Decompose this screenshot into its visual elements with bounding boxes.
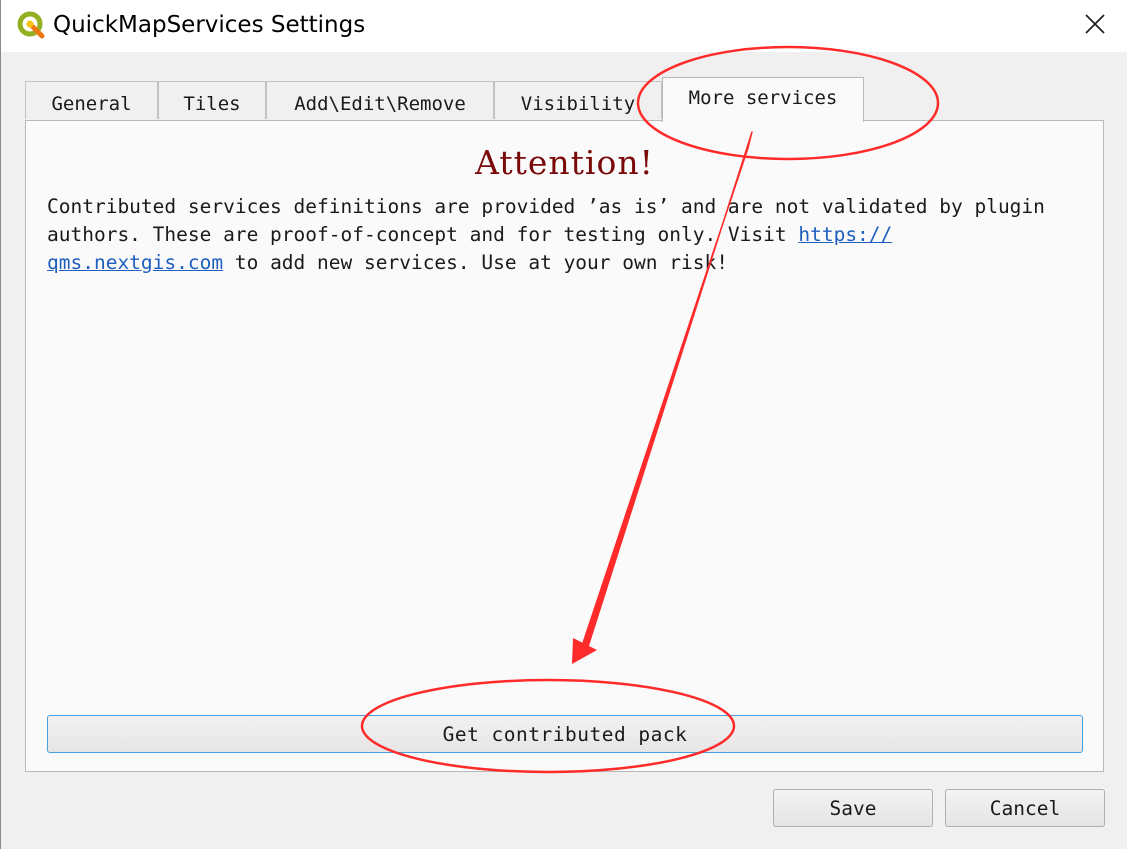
save-button[interactable]: Save <box>773 789 933 827</box>
tab-more-services[interactable]: More services <box>662 77 864 122</box>
close-button[interactable] <box>1065 0 1125 52</box>
attention-heading: Attention! <box>475 143 654 182</box>
disclaimer-text-end: to add new services. Use at your own ris… <box>223 251 728 274</box>
get-contributed-pack-button[interactable]: Get contributed pack <box>47 715 1083 753</box>
close-icon <box>1084 13 1106 39</box>
tab-tiles[interactable]: Tiles <box>158 81 266 119</box>
disclaimer-text: Contributed services definitions are pro… <box>47 193 1077 277</box>
tab-general[interactable]: General <box>25 81 158 119</box>
settings-dialog: QuickMapServices Settings General Tiles … <box>0 0 1127 849</box>
disclaimer-text-start: Contributed services definitions are pro… <box>47 195 1045 246</box>
more-services-panel: Attention! Contributed services definiti… <box>25 120 1104 772</box>
cancel-button[interactable]: Cancel <box>945 789 1105 827</box>
tab-visibility[interactable]: Visibility <box>494 81 662 119</box>
qgis-logo-icon <box>16 10 48 42</box>
title-bar: QuickMapServices Settings <box>1 0 1127 52</box>
window-title: QuickMapServices Settings <box>53 12 366 38</box>
tab-add-edit-remove[interactable]: Add\Edit\Remove <box>266 81 494 119</box>
